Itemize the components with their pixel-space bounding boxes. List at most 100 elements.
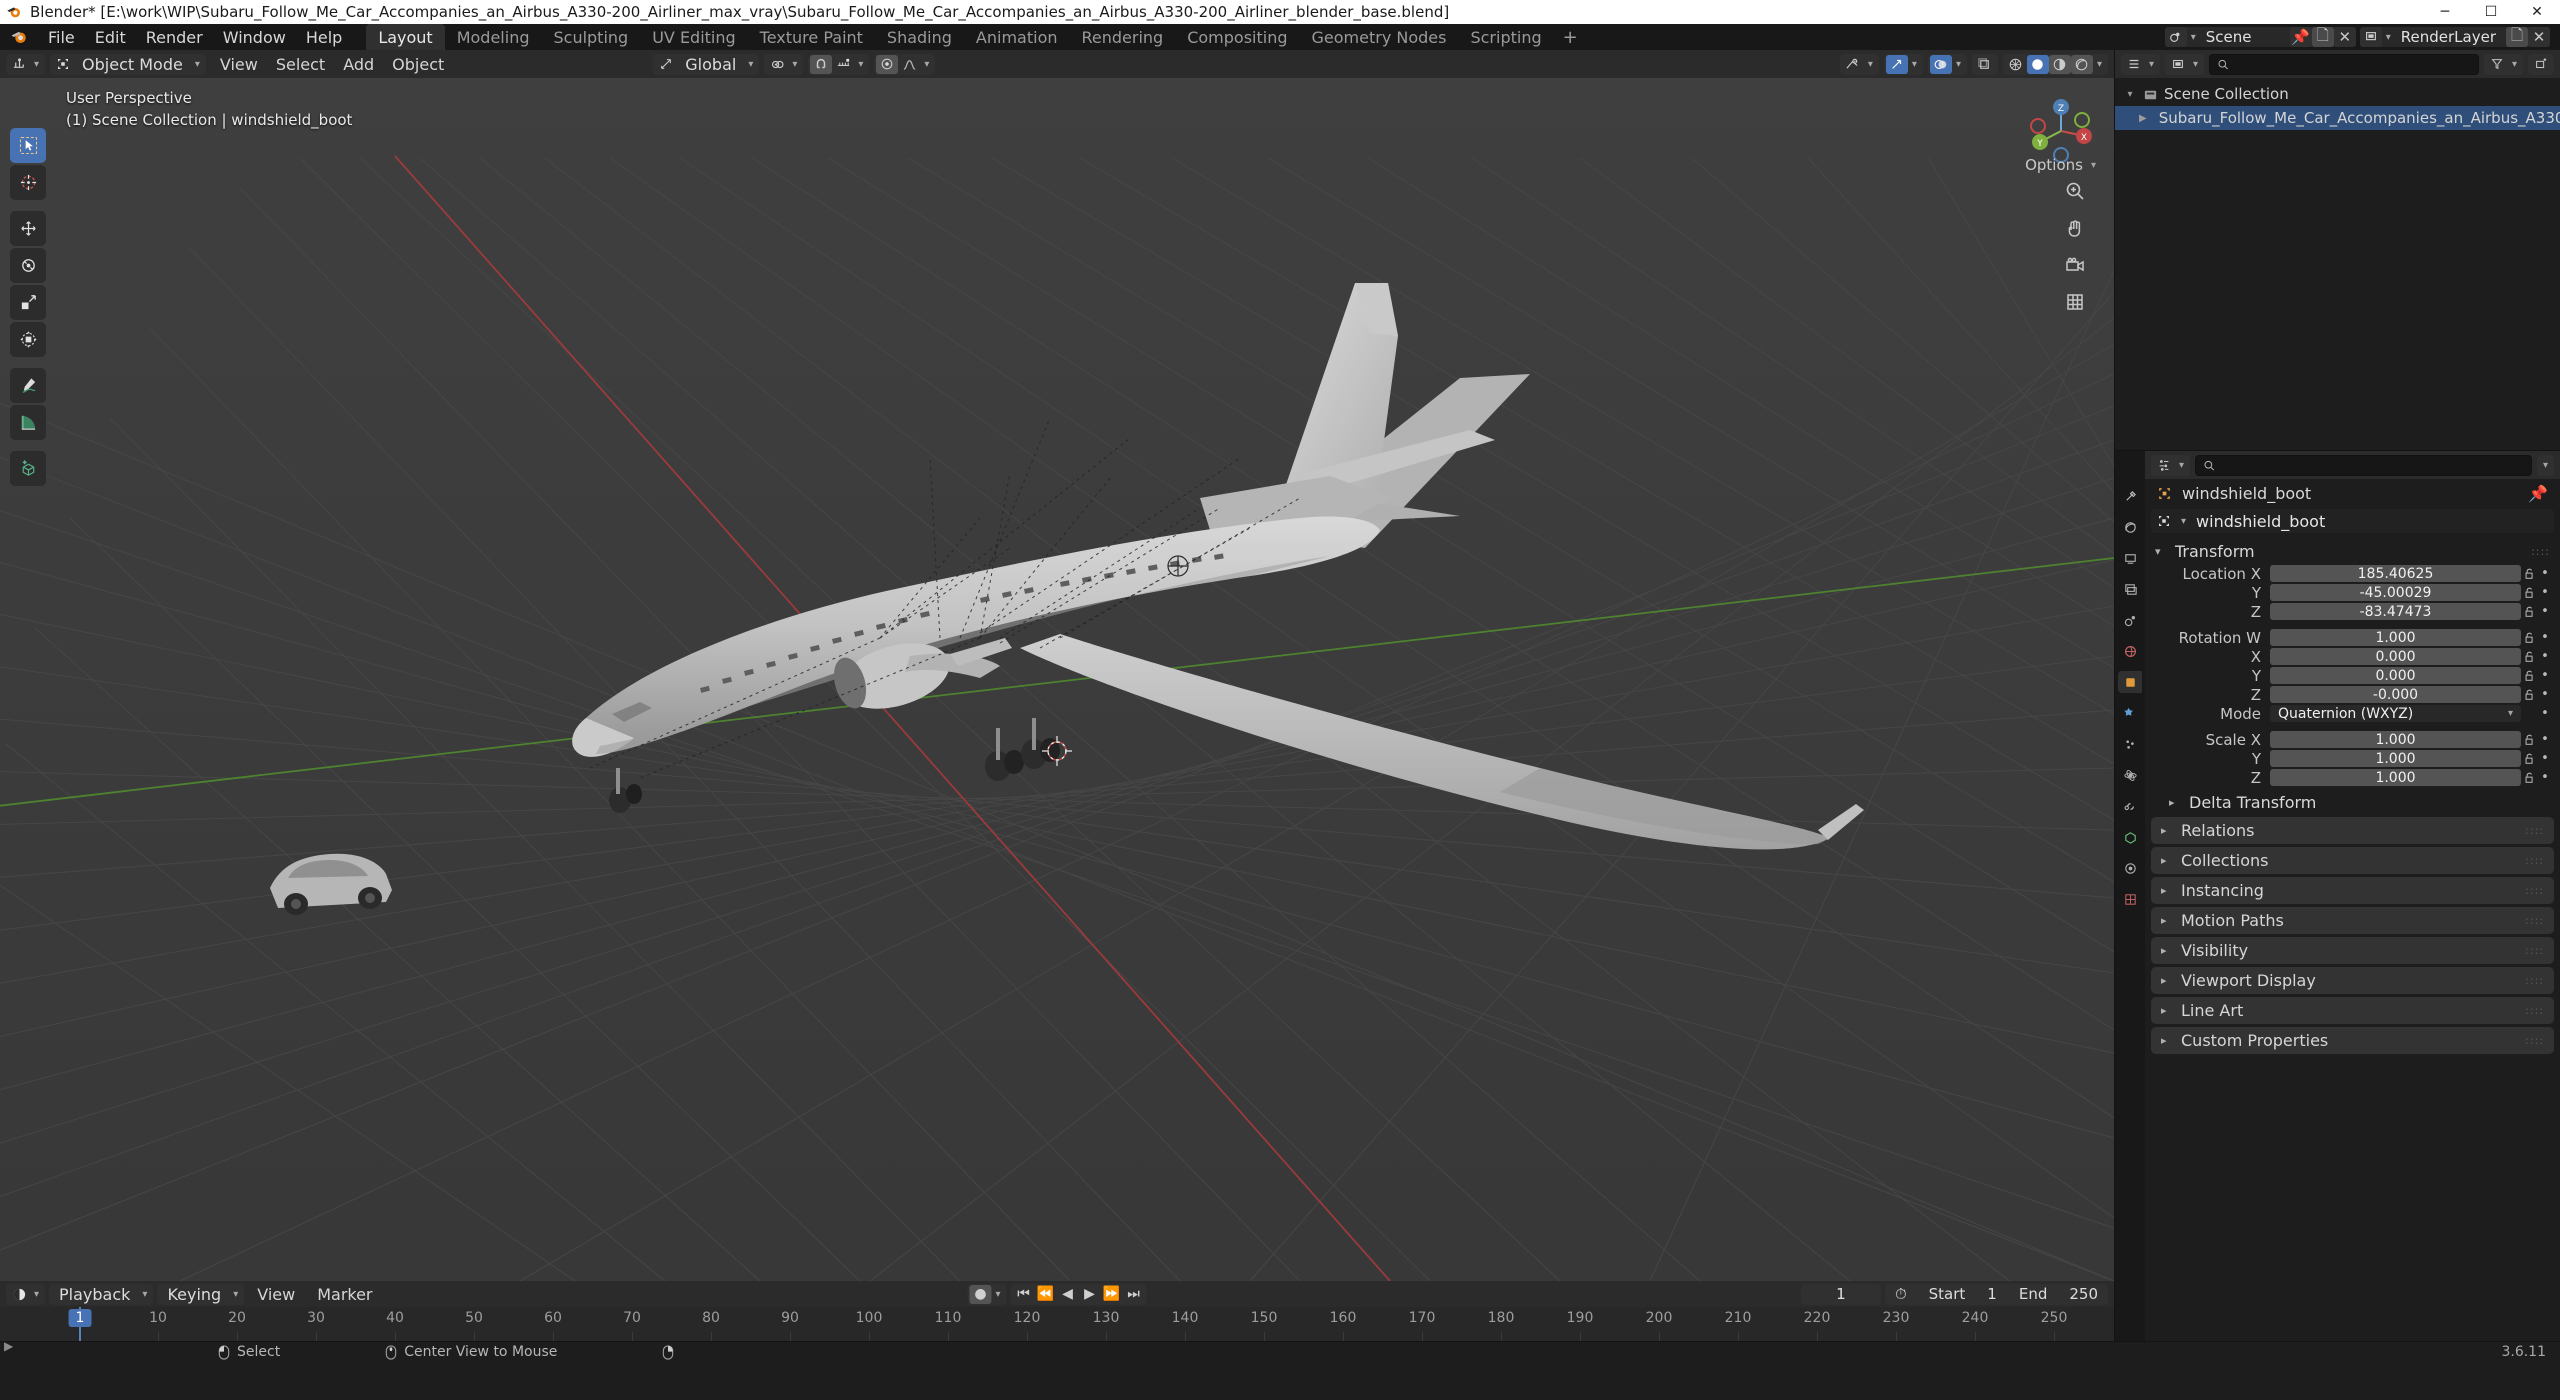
rotate-tool[interactable] bbox=[10, 248, 46, 283]
tab-world[interactable] bbox=[2118, 640, 2142, 662]
viewport-menu-object[interactable]: Object bbox=[383, 53, 453, 76]
new-scene-icon[interactable]: 🗋 bbox=[2311, 26, 2334, 47]
scale-1-lock-icon[interactable] bbox=[2521, 753, 2538, 765]
add-workspace-button[interactable]: + bbox=[1554, 24, 1587, 51]
delete-scene-icon[interactable]: ✕ bbox=[2333, 27, 2356, 47]
location-1-field[interactable]: -45.00029 bbox=[2270, 584, 2521, 601]
show-gizmo-icon[interactable] bbox=[1885, 54, 1908, 74]
transport-controls[interactable]: ⏮ ⏪ ◀ ▶ ⏩ ⏭ bbox=[1010, 1283, 1147, 1305]
keying-menu[interactable]: Keying ▾ bbox=[157, 1283, 245, 1305]
workspace-tab-compositing[interactable]: Compositing bbox=[1175, 24, 1299, 51]
interaction-mode-label[interactable]: Object Mode bbox=[74, 55, 191, 74]
delta-transform-tri-icon[interactable]: ▸ bbox=[2169, 796, 2181, 809]
tab-scene[interactable] bbox=[2118, 609, 2142, 631]
editor-type-chevron-icon[interactable]: ▾ bbox=[30, 59, 43, 70]
gizmo-chevron-icon[interactable]: ▾ bbox=[1908, 59, 1921, 70]
material-preview-shading-icon[interactable] bbox=[2048, 54, 2071, 74]
snap-pivot-selector[interactable]: ▾ bbox=[764, 53, 804, 75]
xray-icon[interactable] bbox=[1974, 55, 1996, 74]
gizmo-group[interactable]: ▾ bbox=[1883, 53, 1923, 75]
rotation-mode-animate-dot[interactable]: • bbox=[2538, 706, 2552, 721]
rotation-1-animate-dot[interactable]: • bbox=[2538, 649, 2552, 664]
start-frame-value[interactable]: 1 bbox=[1987, 1285, 1997, 1303]
proportional-edit-group[interactable]: ▾ bbox=[874, 53, 936, 75]
object-id-chevron-icon[interactable]: ▾ bbox=[2177, 516, 2190, 527]
workspace-tab-layout[interactable]: Layout bbox=[366, 23, 445, 51]
panel-tri-icon[interactable]: ▸ bbox=[2161, 824, 2173, 837]
panel-viewport-display[interactable]: ▸ Viewport Display:::: bbox=[2151, 967, 2554, 994]
editor-type-selector[interactable]: ▾ bbox=[6, 53, 46, 75]
tab-texture[interactable] bbox=[2118, 888, 2142, 910]
solid-shading-icon[interactable] bbox=[2026, 54, 2049, 74]
keying-label[interactable]: Keying bbox=[159, 1285, 229, 1304]
rotation-mode-chevron-icon[interactable]: ▾ bbox=[2508, 708, 2513, 719]
outliner-editor-type[interactable]: ▾ bbox=[2121, 53, 2161, 75]
object-name-field[interactable]: windshield_boot bbox=[2196, 512, 2548, 531]
view-layer-name[interactable]: RenderLayer bbox=[2395, 28, 2506, 46]
outliner-object-row[interactable]: ▶ Subaru_Follow_Me_Car_Accompanies_an_Ai… bbox=[2115, 106, 2560, 130]
xray-toggle[interactable] bbox=[1971, 53, 1998, 75]
playback-chevron-icon[interactable]: ▾ bbox=[138, 1289, 151, 1300]
shading-chevron-icon[interactable]: ▾ bbox=[2093, 59, 2106, 70]
end-frame-value[interactable]: 250 bbox=[2069, 1285, 2098, 1303]
timeline-view-menu[interactable]: View bbox=[248, 1283, 304, 1306]
tab-tool[interactable] bbox=[2118, 485, 2142, 507]
workspace-tab-sculpting[interactable]: Sculpting bbox=[541, 24, 640, 51]
timeline-marker-menu[interactable]: Marker bbox=[308, 1283, 381, 1306]
view-layer-icon[interactable] bbox=[2359, 27, 2382, 47]
current-frame-field[interactable]: 1 bbox=[1800, 1283, 1881, 1305]
properties-search-input[interactable] bbox=[2221, 456, 2524, 474]
transform-orientation-label[interactable]: Global bbox=[677, 55, 744, 74]
view-layer-selector[interactable]: ▾ RenderLayer 🗋 ✕ bbox=[2359, 26, 2550, 47]
panel-tri-icon[interactable]: ▸ bbox=[2161, 944, 2173, 957]
measure-tool[interactable] bbox=[10, 405, 46, 440]
auto-keying-chevron-icon[interactable]: ▾ bbox=[991, 1289, 1004, 1300]
shading-modes-group[interactable]: ▾ bbox=[2002, 53, 2108, 75]
playback-menu[interactable]: Playback ▾ bbox=[49, 1283, 154, 1305]
minimize-button[interactable]: ─ bbox=[2422, 0, 2468, 24]
rotation-3-field[interactable]: -0.000 bbox=[2270, 686, 2521, 703]
timeline-editor-type[interactable]: ▾ bbox=[6, 1283, 46, 1305]
location-0-lock-icon[interactable] bbox=[2521, 568, 2538, 580]
panel-tri-icon[interactable]: ▸ bbox=[2161, 974, 2173, 987]
move-tool[interactable] bbox=[10, 211, 46, 246]
panel-line-art[interactable]: ▸ Line Art:::: bbox=[2151, 997, 2554, 1024]
close-button[interactable]: ✕ bbox=[2514, 0, 2560, 24]
rotation-mode-field[interactable]: Quaternion (WXYZ) ▾ bbox=[2270, 705, 2521, 722]
tab-view-layer[interactable] bbox=[2118, 578, 2142, 600]
display-mode-chevron-icon[interactable]: ▾ bbox=[2189, 59, 2202, 70]
camera-view-icon[interactable] bbox=[2062, 252, 2088, 278]
workspace-tab-modeling[interactable]: Modeling bbox=[445, 24, 542, 51]
blender-menu-icon[interactable] bbox=[10, 28, 28, 46]
properties-type-chevron-icon[interactable]: ▾ bbox=[2175, 460, 2188, 471]
viewport-options-label[interactable]: Options bbox=[2025, 156, 2083, 174]
outliner-editor-icon[interactable] bbox=[2123, 55, 2145, 74]
workspace-tab-shading[interactable]: Shading bbox=[875, 24, 964, 51]
scale-0-field[interactable]: 1.000 bbox=[2270, 731, 2521, 748]
timeline-ruler[interactable]: 10 20 30 40 50 60 70 80 90 100 110 120 130 140 150 160 1… bbox=[0, 1307, 2114, 1353]
rotation-0-field[interactable]: 1.000 bbox=[2270, 629, 2521, 646]
tab-modifiers[interactable] bbox=[2118, 702, 2142, 724]
object-id-block[interactable]: ▾ windshield_boot bbox=[2151, 509, 2554, 533]
display-mode-selector[interactable]: ▾ bbox=[2165, 53, 2205, 75]
scale-1-animate-dot[interactable]: • bbox=[2538, 751, 2552, 766]
properties-editor-type[interactable]: ▾ bbox=[2151, 454, 2191, 476]
filter-icon[interactable] bbox=[2486, 55, 2508, 74]
location-0-field[interactable]: 185.40625 bbox=[2270, 565, 2521, 582]
outliner-type-chevron-icon[interactable]: ▾ bbox=[2145, 59, 2158, 70]
auto-keying-group[interactable]: ● ▾ bbox=[967, 1283, 1007, 1305]
new-collection-button[interactable] bbox=[2528, 53, 2554, 75]
view-layer-display-icon[interactable] bbox=[2167, 55, 2189, 74]
properties-search[interactable] bbox=[2195, 454, 2532, 476]
tab-object[interactable] bbox=[2118, 671, 2142, 693]
rotation-2-animate-dot[interactable]: • bbox=[2538, 668, 2552, 683]
object-expand-arrow-icon[interactable]: ▶ bbox=[2139, 113, 2147, 124]
visibility-chevron-icon[interactable]: ▾ bbox=[1864, 59, 1877, 70]
rotation-3-lock-icon[interactable] bbox=[2521, 689, 2538, 701]
record-auto-keying-icon[interactable]: ● bbox=[969, 1284, 992, 1304]
tab-material[interactable] bbox=[2118, 857, 2142, 879]
interaction-mode-selector[interactable]: Object Mode ▾ bbox=[50, 53, 206, 75]
properties-editor-icon[interactable] bbox=[2153, 456, 2175, 475]
outliner-tree[interactable]: ▾ Scene Collection ▶ Subaru_Follow_Me_Ca… bbox=[2115, 78, 2560, 450]
scale-2-animate-dot[interactable]: • bbox=[2538, 770, 2552, 785]
